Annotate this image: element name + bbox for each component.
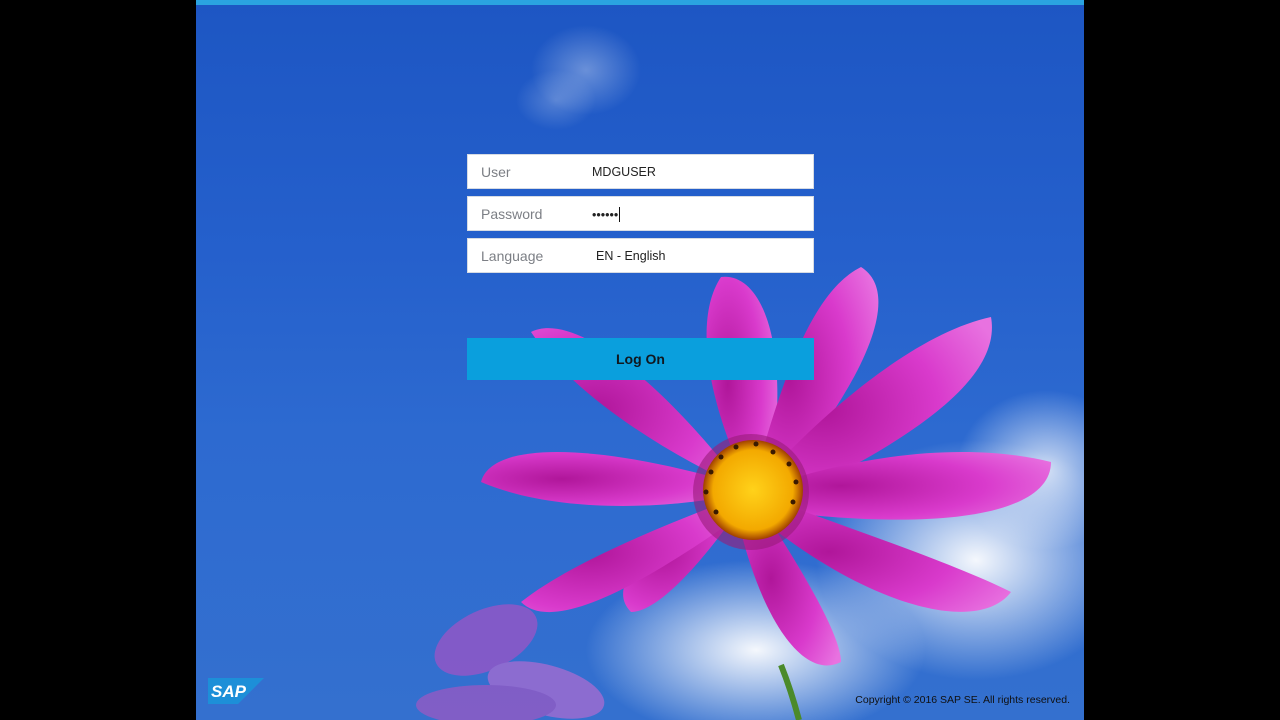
text-caret xyxy=(619,207,621,222)
sap-logo: SAP xyxy=(208,678,264,704)
language-field[interactable]: Language EN - English xyxy=(467,238,814,273)
sap-logo-text: SAP xyxy=(211,682,247,701)
log-on-button[interactable]: Log On xyxy=(467,338,814,380)
user-field[interactable]: User MDGUSER xyxy=(467,154,814,189)
password-input[interactable]: •••••• xyxy=(592,207,621,222)
password-mask: •••••• xyxy=(592,208,619,222)
login-screen: User MDGUSER Password •••••• Language EN… xyxy=(196,0,1084,720)
language-label: Language xyxy=(481,248,544,264)
copyright-text: Copyright © 2016 SAP SE. All rights rese… xyxy=(855,694,1070,706)
password-field[interactable]: Password •••••• xyxy=(467,196,814,231)
language-select[interactable]: EN - English xyxy=(596,249,665,263)
password-label: Password xyxy=(481,206,543,222)
user-input[interactable]: MDGUSER xyxy=(592,165,656,179)
user-label: User xyxy=(481,164,511,180)
